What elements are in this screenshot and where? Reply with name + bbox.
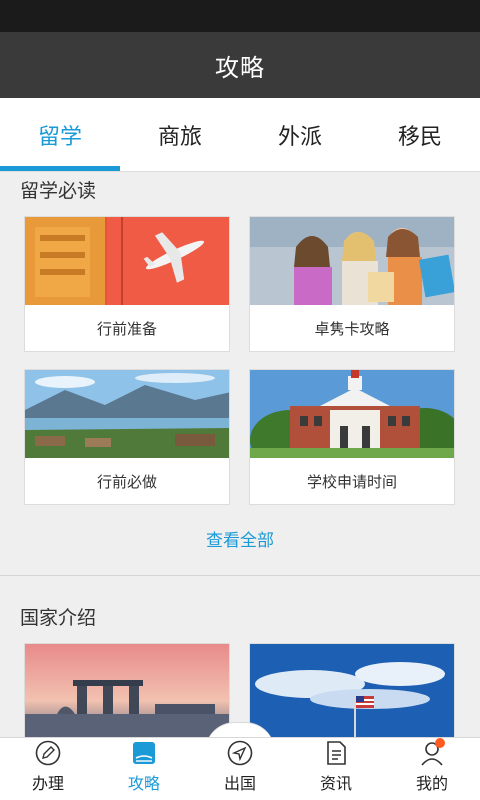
- document-icon: [327, 741, 346, 765]
- card-label: 行前准备: [96, 319, 157, 338]
- nav-label: 资讯: [319, 774, 352, 793]
- tab-immigration[interactable]: 移民: [360, 98, 480, 171]
- luggage-airplane-image: [25, 217, 229, 305]
- country-card-singapore[interactable]: [24, 643, 230, 738]
- notification-dot-icon: [435, 738, 445, 748]
- nav-label: 攻略: [127, 774, 160, 793]
- nav-label: 我的: [415, 774, 448, 793]
- card-label: 学校申请时间: [306, 472, 397, 491]
- compass-icon: [227, 740, 253, 766]
- card-preparation[interactable]: 行前准备: [24, 216, 230, 352]
- nav-guide[interactable]: 攻略: [96, 738, 192, 800]
- section-divider: [0, 575, 480, 576]
- lake-mountains-image: [25, 370, 229, 458]
- tab-expat[interactable]: 外派: [240, 98, 360, 171]
- pen-icon: [35, 740, 61, 766]
- shopping-girls-image: [250, 217, 454, 305]
- title-bar: 攻略: [0, 32, 480, 98]
- nav-go-abroad[interactable]: 出国: [192, 738, 288, 800]
- tab-business-travel[interactable]: 商旅: [120, 98, 240, 171]
- card-card-guide[interactable]: 卓隽卡攻略: [249, 216, 455, 352]
- card-must-do[interactable]: 行前必做: [24, 369, 230, 505]
- nav-label: 出国: [223, 774, 256, 793]
- nav-handle[interactable]: 办理: [0, 738, 96, 800]
- nav-mine[interactable]: 我的: [384, 738, 480, 800]
- guide-book-icon: [133, 742, 155, 764]
- page-title: 攻略: [215, 53, 265, 82]
- see-all-link[interactable]: 查看全部: [0, 520, 480, 556]
- nav-news[interactable]: 资讯: [288, 738, 384, 800]
- country-card-usa[interactable]: [249, 643, 455, 738]
- section-title-study: 留学必读: [20, 180, 97, 202]
- bottom-navigation: 办理 攻略 出国 资讯 我的: [0, 737, 480, 800]
- tab-study[interactable]: 留学: [0, 98, 120, 171]
- singapore-skyline-image: [25, 644, 229, 738]
- user-icon: [421, 738, 445, 766]
- usa-flag-sky-image: [250, 644, 454, 738]
- card-label: 行前必做: [96, 472, 157, 491]
- nav-label: 办理: [31, 774, 64, 793]
- university-building-image: [250, 370, 454, 458]
- category-tabs: 留学 商旅 外派 移民: [0, 98, 480, 172]
- section-title-countries: 国家介绍: [20, 607, 97, 629]
- status-bar: [0, 0, 480, 32]
- card-application-time[interactable]: 学校申请时间: [249, 369, 455, 505]
- card-label: 卓隽卡攻略: [314, 319, 390, 338]
